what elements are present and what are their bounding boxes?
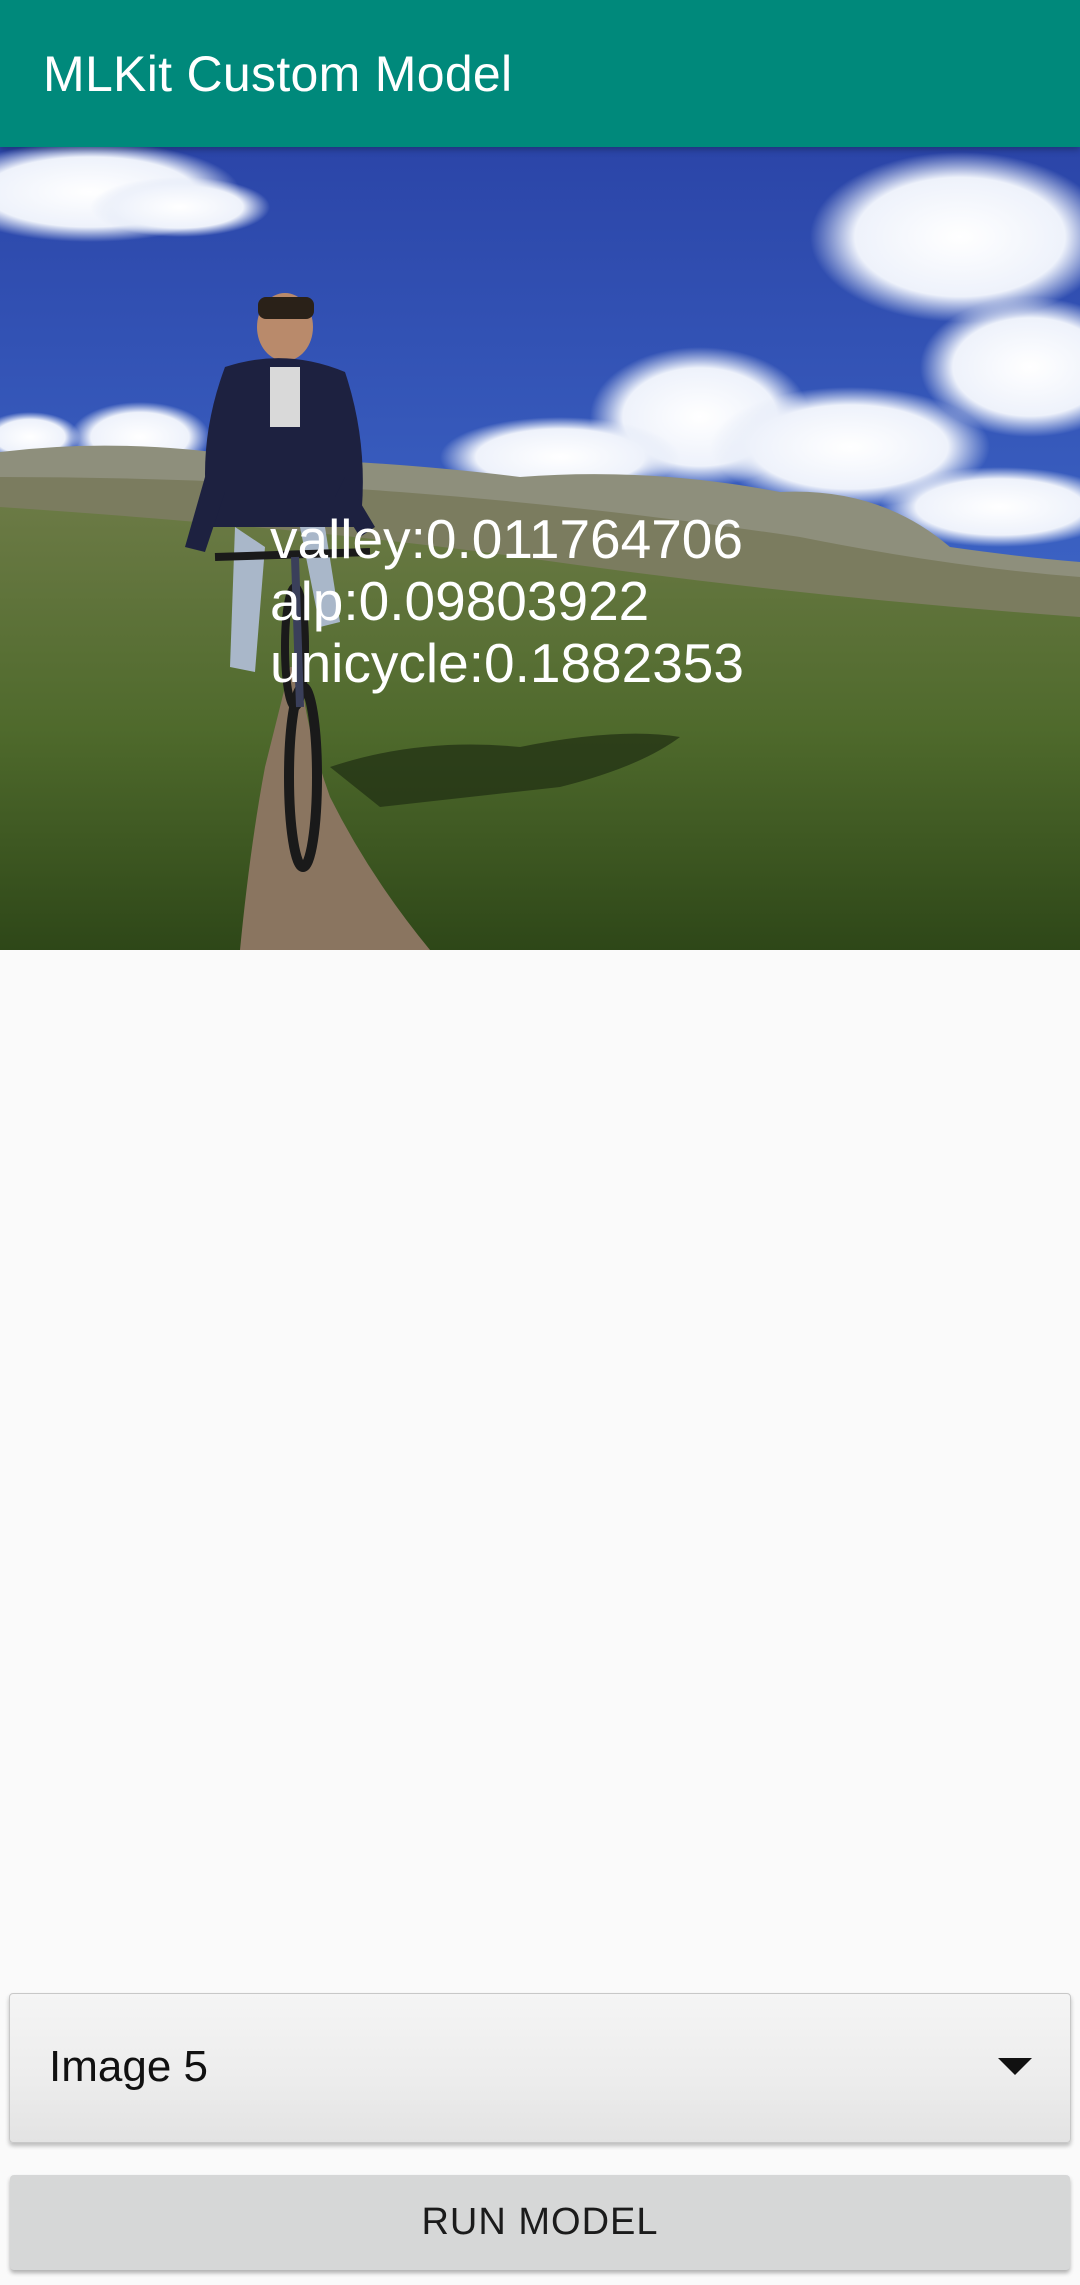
app-bar: MLKit Custom Model [0, 0, 1080, 147]
classification-results: valley:0.011764706 alp:0.09803922 unicyc… [270, 508, 744, 694]
app-title: MLKit Custom Model [43, 46, 513, 102]
result-label: valley:0.011764706 [270, 508, 743, 570]
spinner-selected-value: Image 5 [49, 2042, 208, 2091]
image-selector-spinner[interactable]: Image 5 [9, 1993, 1071, 2143]
triangle-down-icon [998, 2058, 1032, 2075]
run-model-button[interactable]: RUN MODEL [10, 2175, 1070, 2270]
result-label: unicycle:0.1882353 [270, 632, 744, 694]
run-model-button-label: RUN MODEL [421, 2201, 659, 2243]
result-label: alp:0.09803922 [270, 570, 650, 632]
